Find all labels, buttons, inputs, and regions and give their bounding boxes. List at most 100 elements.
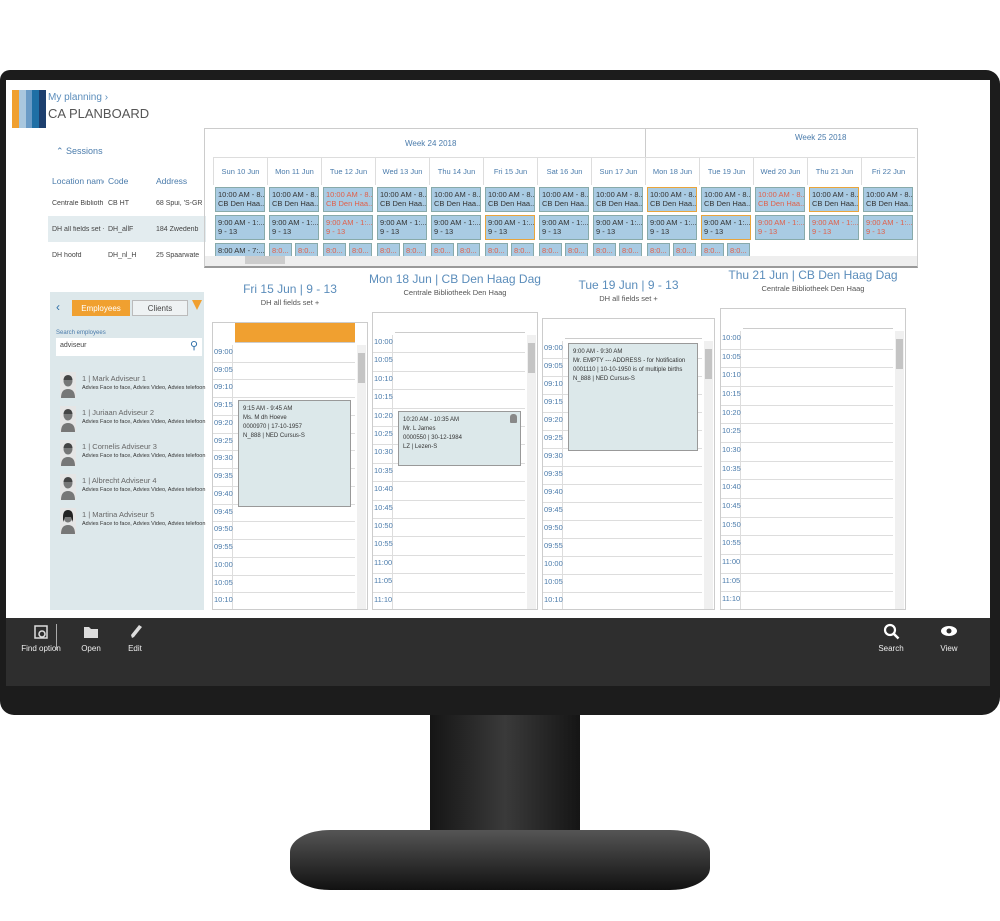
time-slot[interactable]: 09:35	[543, 467, 702, 485]
time-slot[interactable]: 11:05	[373, 574, 525, 593]
time-slot[interactable]: 10:10	[543, 593, 702, 609]
time-slot[interactable]: 10:40	[721, 480, 893, 499]
day-header[interactable]: Wed 20 Jun	[753, 157, 807, 185]
day-header[interactable]: Sun 17 Jun	[591, 157, 645, 185]
session-cell[interactable]: 10:00 AM - 8... CB Den Haa...	[269, 187, 319, 212]
scrollbar-thumb[interactable]	[705, 349, 712, 379]
column-header[interactable]: Code	[104, 176, 156, 186]
employee-item[interactable]: 1 | Juriaan Adviseur 2 Advies Face to fac…	[60, 406, 205, 436]
session-cell[interactable]: 10:00 AM - 8... CB Den Haa...	[323, 187, 373, 212]
back-chevron-icon[interactable]: ‹	[56, 300, 60, 314]
time-slot[interactable]: 10:10	[721, 368, 893, 387]
time-slot[interactable]: 10:30	[721, 443, 893, 462]
session-cell[interactable]: 9:00 AM - 1:... 9 - 13	[809, 215, 859, 240]
time-slot[interactable]: 10:10	[373, 371, 525, 391]
table-row[interactable]: DH hoofd DH_nl_H 25 Spaarwate	[48, 242, 206, 268]
table-row[interactable]: DH all fields set + DH_allF 184 Zwedenb	[48, 216, 206, 242]
session-cell[interactable]: 9:00 AM - 1:... 9 - 13	[323, 215, 373, 240]
session-cell[interactable]: 10:00 AM - 8... CB Den Haa...	[701, 187, 751, 212]
session-cell[interactable]: 9:00 AM - 1:... 9 - 13	[269, 215, 319, 240]
column-header[interactable]: Location name	[48, 176, 104, 186]
time-slot[interactable]: 10:05	[543, 575, 702, 593]
session-cell[interactable]: 10:00 AM - 8... CB Den Haa...	[863, 187, 913, 212]
time-slot[interactable]: 10:10	[213, 593, 355, 609]
time-slot[interactable]: 09:00	[213, 345, 355, 363]
session-cell[interactable]: 10:00 AM - 8... CB Den Haa...	[215, 187, 265, 212]
employee-item[interactable]: 1 | Albrecht Adviseur 4 Advies Face to fa…	[60, 474, 205, 504]
session-cell[interactable]: 9:00 AM - 1:... 9 - 13	[755, 215, 805, 240]
time-slot[interactable]: 10:15	[373, 390, 525, 409]
session-cell[interactable]: 10:00 AM - 8... CB Den Haa...	[485, 187, 535, 212]
employee-item[interactable]: 1 | Cornelis Adviseur 3 Advies Face to fa…	[60, 440, 205, 470]
day-header[interactable]: Fri 15 Jun	[483, 157, 537, 185]
search-icon[interactable]: ⚲	[190, 339, 198, 352]
session-cell[interactable]: 9:00 AM - 1:... 9 - 13	[593, 215, 643, 240]
breadcrumb-my-planning[interactable]: My planning	[48, 92, 102, 103]
session-cell[interactable]: 10:00 AM - 8... CB Den Haa...	[539, 187, 589, 212]
scrollbar-thumb[interactable]	[896, 339, 903, 369]
scrollbar-thumb[interactable]	[358, 353, 365, 383]
session-cell[interactable]: 10:00 AM - 8... CB Den Haa...	[647, 187, 697, 212]
time-slot[interactable]: 10:00	[373, 335, 525, 354]
search-button[interactable]: Search	[866, 622, 916, 653]
sessions-toggle[interactable]: ⌃ Sessions	[56, 146, 103, 157]
day-header[interactable]: Thu 21 Jun	[807, 157, 861, 185]
table-row[interactable]: Centrale Biblioth... CB HT 68 Spui, 'S-GR	[48, 190, 206, 216]
employee-item[interactable]: 1 | Martina Adviseur 5 Advies Face to fac…	[60, 508, 205, 538]
day-header[interactable]: Mon 18 Jun	[645, 157, 699, 185]
vertical-scrollbar[interactable]	[895, 331, 904, 609]
time-slot[interactable]: 10:05	[213, 575, 355, 594]
session-cell[interactable]: 10:00 AM - 8... CB Den Haa...	[377, 187, 427, 212]
time-slot[interactable]: 11:10	[373, 592, 525, 609]
tab-clients[interactable]: Clients	[132, 300, 188, 316]
time-slot[interactable]: 10:45	[721, 499, 893, 518]
filter-icon[interactable]	[192, 300, 202, 310]
time-slot[interactable]: 10:50	[721, 517, 893, 537]
vertical-scrollbar[interactable]	[704, 341, 713, 609]
time-slot[interactable]: 10:20	[721, 405, 893, 425]
time-slot[interactable]: 10:55	[373, 537, 525, 556]
time-slot[interactable]: 10:00	[213, 557, 355, 576]
time-slot[interactable]: 09:45	[543, 503, 702, 521]
open-button[interactable]: Open	[66, 622, 116, 653]
scrollbar-thumb[interactable]	[245, 256, 285, 264]
appointment[interactable]: 10:20 AM - 10:35 AM Mr. L James 0000550 | …	[398, 410, 521, 466]
session-cell[interactable]: 10:00 AM - 8... CB Den Haa...	[809, 187, 859, 212]
day-header[interactable]: Wed 13 Jun	[375, 157, 429, 185]
time-slot[interactable]: 09:55	[213, 540, 355, 558]
session-cell[interactable]: 9:00 AM - 1:... 9 - 13	[701, 215, 751, 240]
vertical-scrollbar[interactable]	[357, 345, 366, 609]
appointment[interactable]: 9:15 AM - 9:45 AM Ms. M dh Hoeve 0000970 |…	[238, 400, 351, 507]
session-cell[interactable]: 9:00 AM - 1:... 9 - 13	[485, 215, 535, 240]
day-header[interactable]: Fri 22 Jun	[861, 157, 915, 185]
time-slot[interactable]: 10:25	[721, 424, 893, 443]
day-header[interactable]: Sat 16 Jun	[537, 157, 591, 185]
time-slot[interactable]: 09:50	[213, 522, 355, 541]
time-slot[interactable]: 10:55	[721, 536, 893, 555]
time-slot[interactable]: 10:05	[373, 353, 525, 372]
employee-item[interactable]: 1 | Mark Adviseur 1 Advies Face to face, …	[60, 372, 205, 402]
session-cell[interactable]: 9:00 AM - 1:... 9 - 13	[431, 215, 481, 240]
column-header[interactable]: Address	[156, 176, 206, 186]
find-option-button[interactable]: Find option	[16, 622, 66, 653]
time-slot[interactable]: 10:40	[373, 482, 525, 501]
session-cell[interactable]: 9:00 AM - 1:... 9 - 13	[863, 215, 913, 240]
time-slot[interactable]: 10:35	[373, 463, 525, 483]
time-slot[interactable]: 11:10	[721, 592, 893, 609]
day-header[interactable]: Sun 10 Jun	[213, 157, 267, 185]
time-slot[interactable]: 09:55	[543, 539, 702, 557]
breadcrumb[interactable]: My planning ›	[48, 92, 108, 103]
view-button[interactable]: View	[924, 622, 974, 653]
time-slot[interactable]: 09:45	[213, 504, 355, 523]
time-slot[interactable]: 09:30	[543, 449, 702, 467]
time-slot[interactable]: 11:00	[721, 555, 893, 574]
vertical-scrollbar[interactable]	[527, 335, 536, 609]
session-cell[interactable]: 9:00 AM - 1:... 9 - 13	[647, 215, 697, 240]
appointment[interactable]: 9:00 AM - 9:30 AM Mr. EMPTY --- ADDRESS -…	[568, 343, 698, 451]
day-header[interactable]: Thu 14 Jun	[429, 157, 483, 185]
session-cell[interactable]: 9:00 AM - 1:... 9 - 13	[215, 215, 265, 240]
day-header[interactable]: Tue 12 Jun	[321, 157, 375, 185]
time-slot[interactable]: 10:50	[373, 519, 525, 538]
horizontal-scrollbar[interactable]	[205, 256, 917, 266]
time-slot[interactable]: 11:05	[721, 573, 893, 593]
